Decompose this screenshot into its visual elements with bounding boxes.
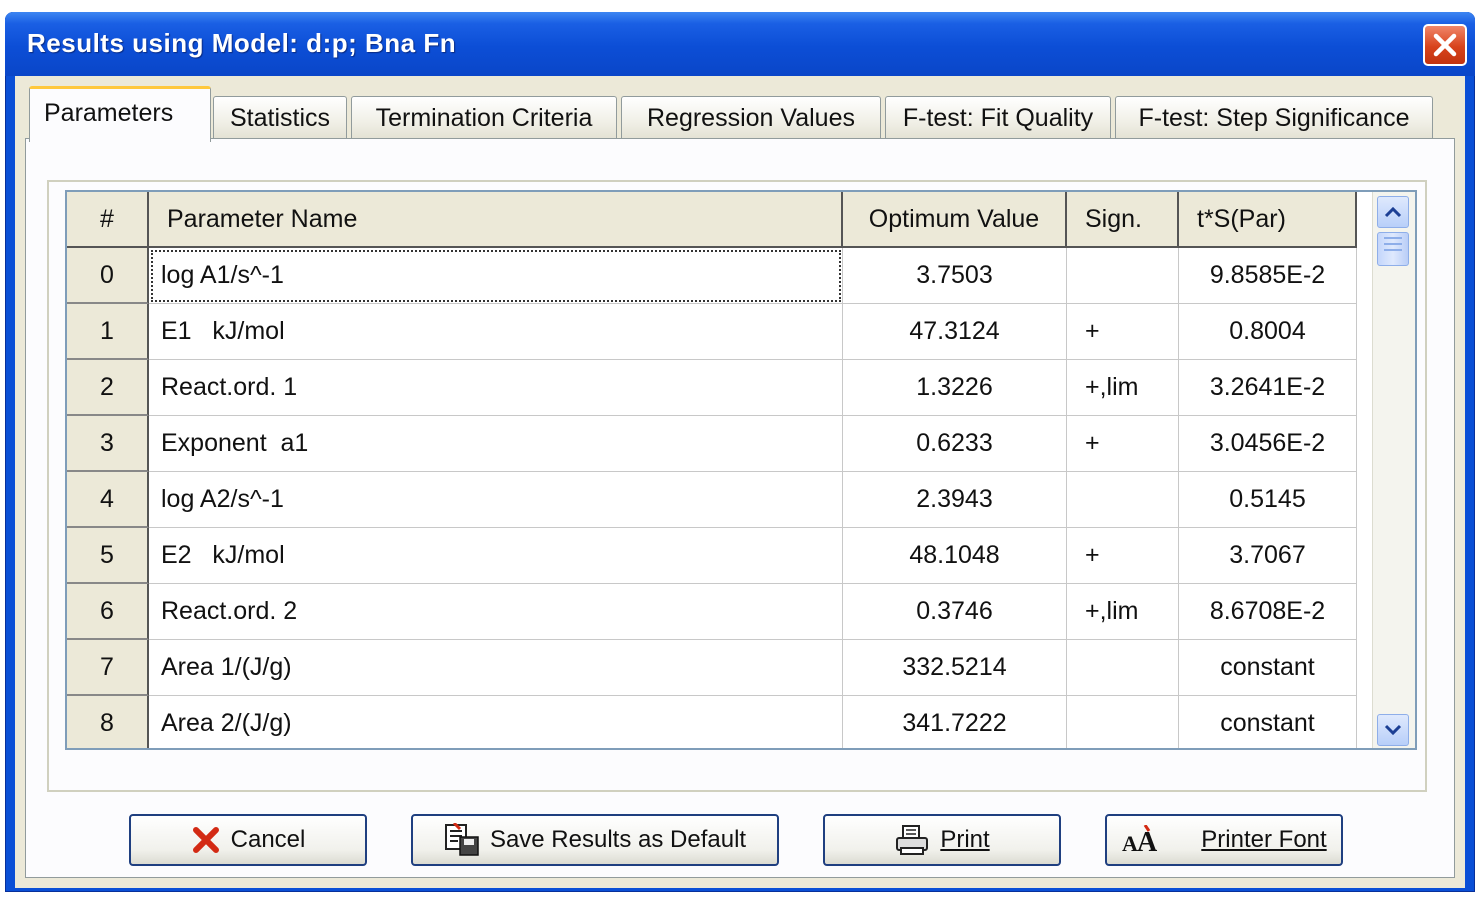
parameter-name-cell[interactable]: Area 2/(J/g) [149, 696, 843, 748]
optimum-value-cell[interactable]: 1.3226 [843, 360, 1067, 416]
row-index-cell[interactable]: 2 [67, 360, 149, 416]
header-optimum-value[interactable]: Optimum Value [843, 192, 1067, 248]
header-t-s-par[interactable]: t*S(Par) [1179, 192, 1357, 248]
save-results-as-default-button[interactable]: Save Results as Default [411, 814, 779, 866]
row-index-cell[interactable]: 5 [67, 528, 149, 584]
scroll-thumb[interactable] [1377, 232, 1409, 266]
print-button-label: Print [940, 826, 990, 853]
title-bar[interactable]: Results using Model: d:p; Bna Fn [5, 12, 1475, 76]
parameter-name-cell[interactable]: React.ord. 2 [149, 584, 843, 640]
optimum-value-cell[interactable]: 3.7503 [843, 248, 1067, 304]
results-dialog: Results using Model: d:p; Bna Fn Paramet… [5, 12, 1475, 892]
optimum-value-cell[interactable]: 332.5214 [843, 640, 1067, 696]
sign-cell[interactable] [1067, 696, 1179, 748]
tab-f-test-step-significance[interactable]: F-test: Step Significance [1115, 96, 1433, 140]
print-button[interactable]: Print [823, 814, 1061, 866]
sign-cell[interactable]: + [1067, 528, 1179, 584]
sign-cell[interactable] [1067, 248, 1179, 304]
row-index-cell[interactable]: 6 [67, 584, 149, 640]
printer-font-label: Printer Font [1201, 826, 1327, 853]
close-icon [1433, 33, 1457, 57]
row-index-cell[interactable]: 8 [67, 696, 149, 748]
header-index[interactable]: # [67, 192, 149, 248]
red-x-icon [191, 825, 221, 855]
font-aa-icon: A A [1121, 825, 1161, 855]
row-index-cell[interactable]: 7 [67, 640, 149, 696]
t-s-par-cell[interactable]: 0.5145 [1179, 472, 1357, 528]
tab-f-test-fit-quality[interactable]: F-test: Fit Quality [885, 96, 1111, 140]
tab-statistics[interactable]: Statistics [213, 96, 347, 140]
t-s-par-cell[interactable]: 8.6708E-2 [1179, 584, 1357, 640]
svg-text:A: A [1122, 831, 1138, 855]
cancel-button[interactable]: Cancel [129, 814, 367, 866]
save-results-label: Save Results as Default [489, 826, 747, 853]
optimum-value-cell[interactable]: 47.3124 [843, 304, 1067, 360]
scroll-down-button[interactable] [1377, 714, 1409, 746]
optimum-value-cell[interactable]: 2.3943 [843, 472, 1067, 528]
header-sign[interactable]: Sign. [1067, 192, 1179, 248]
optimum-value-cell[interactable]: 48.1048 [843, 528, 1067, 584]
row-index-cell[interactable]: 4 [67, 472, 149, 528]
tab-parameters[interactable]: Parameters [29, 86, 211, 142]
parameter-name-cell[interactable]: log A1/s^-1 [149, 248, 843, 304]
t-s-par-cell[interactable]: 3.7067 [1179, 528, 1357, 584]
t-s-par-cell[interactable]: 3.0456E-2 [1179, 416, 1357, 472]
chevron-up-icon [1384, 206, 1402, 218]
chevron-down-icon [1384, 724, 1402, 736]
parameter-name-cell[interactable]: E2 kJ/mol [149, 528, 843, 584]
tab-regression-values[interactable]: Regression Values [621, 96, 881, 140]
t-s-par-cell[interactable]: 9.8585E-2 [1179, 248, 1357, 304]
sign-cell[interactable]: + [1067, 416, 1179, 472]
cancel-button-label: Cancel [230, 826, 306, 853]
parameter-name-cell[interactable]: log A2/s^-1 [149, 472, 843, 528]
sign-cell[interactable]: + [1067, 304, 1179, 360]
t-s-par-cell[interactable]: 0.8004 [1179, 304, 1357, 360]
printer-icon [894, 824, 930, 856]
parameter-name-cell[interactable]: Exponent a1 [149, 416, 843, 472]
tab-termination-criteria[interactable]: Termination Criteria [351, 96, 617, 140]
optimum-value-cell[interactable]: 341.7222 [843, 696, 1067, 748]
close-button[interactable] [1423, 24, 1467, 66]
parameters-grid[interactable]: # Parameter Name Optimum Value Sign. t*S… [65, 190, 1417, 750]
sign-cell[interactable] [1067, 472, 1179, 528]
scroll-up-button[interactable] [1377, 196, 1409, 228]
t-s-par-cell[interactable]: constant [1179, 696, 1357, 748]
sign-cell[interactable] [1067, 640, 1179, 696]
row-index-cell[interactable]: 0 [67, 248, 149, 304]
vertical-scrollbar[interactable] [1372, 192, 1415, 748]
t-s-par-cell[interactable]: constant [1179, 640, 1357, 696]
row-index-cell[interactable]: 3 [67, 416, 149, 472]
parameter-name-cell[interactable]: E1 kJ/mol [149, 304, 843, 360]
parameter-name-cell[interactable]: Area 1/(J/g) [149, 640, 843, 696]
optimum-value-cell[interactable]: 0.3746 [843, 584, 1067, 640]
save-document-icon [444, 823, 480, 857]
optimum-value-cell[interactable]: 0.6233 [843, 416, 1067, 472]
t-s-par-cell[interactable]: 3.2641E-2 [1179, 360, 1357, 416]
sign-cell[interactable]: +,lim [1067, 584, 1179, 640]
row-index-cell[interactable]: 1 [67, 304, 149, 360]
sign-cell[interactable]: +,lim [1067, 360, 1179, 416]
window-title: Results using Model: d:p; Bna Fn [27, 28, 457, 58]
header-parameter-name[interactable]: Parameter Name [149, 192, 843, 248]
dialog-client-area: Parameters Statistics Termination Criter… [15, 76, 1465, 888]
parameter-name-cell[interactable]: React.ord. 1 [149, 360, 843, 416]
printer-font-button[interactable]: A A Printer Font [1105, 814, 1343, 866]
